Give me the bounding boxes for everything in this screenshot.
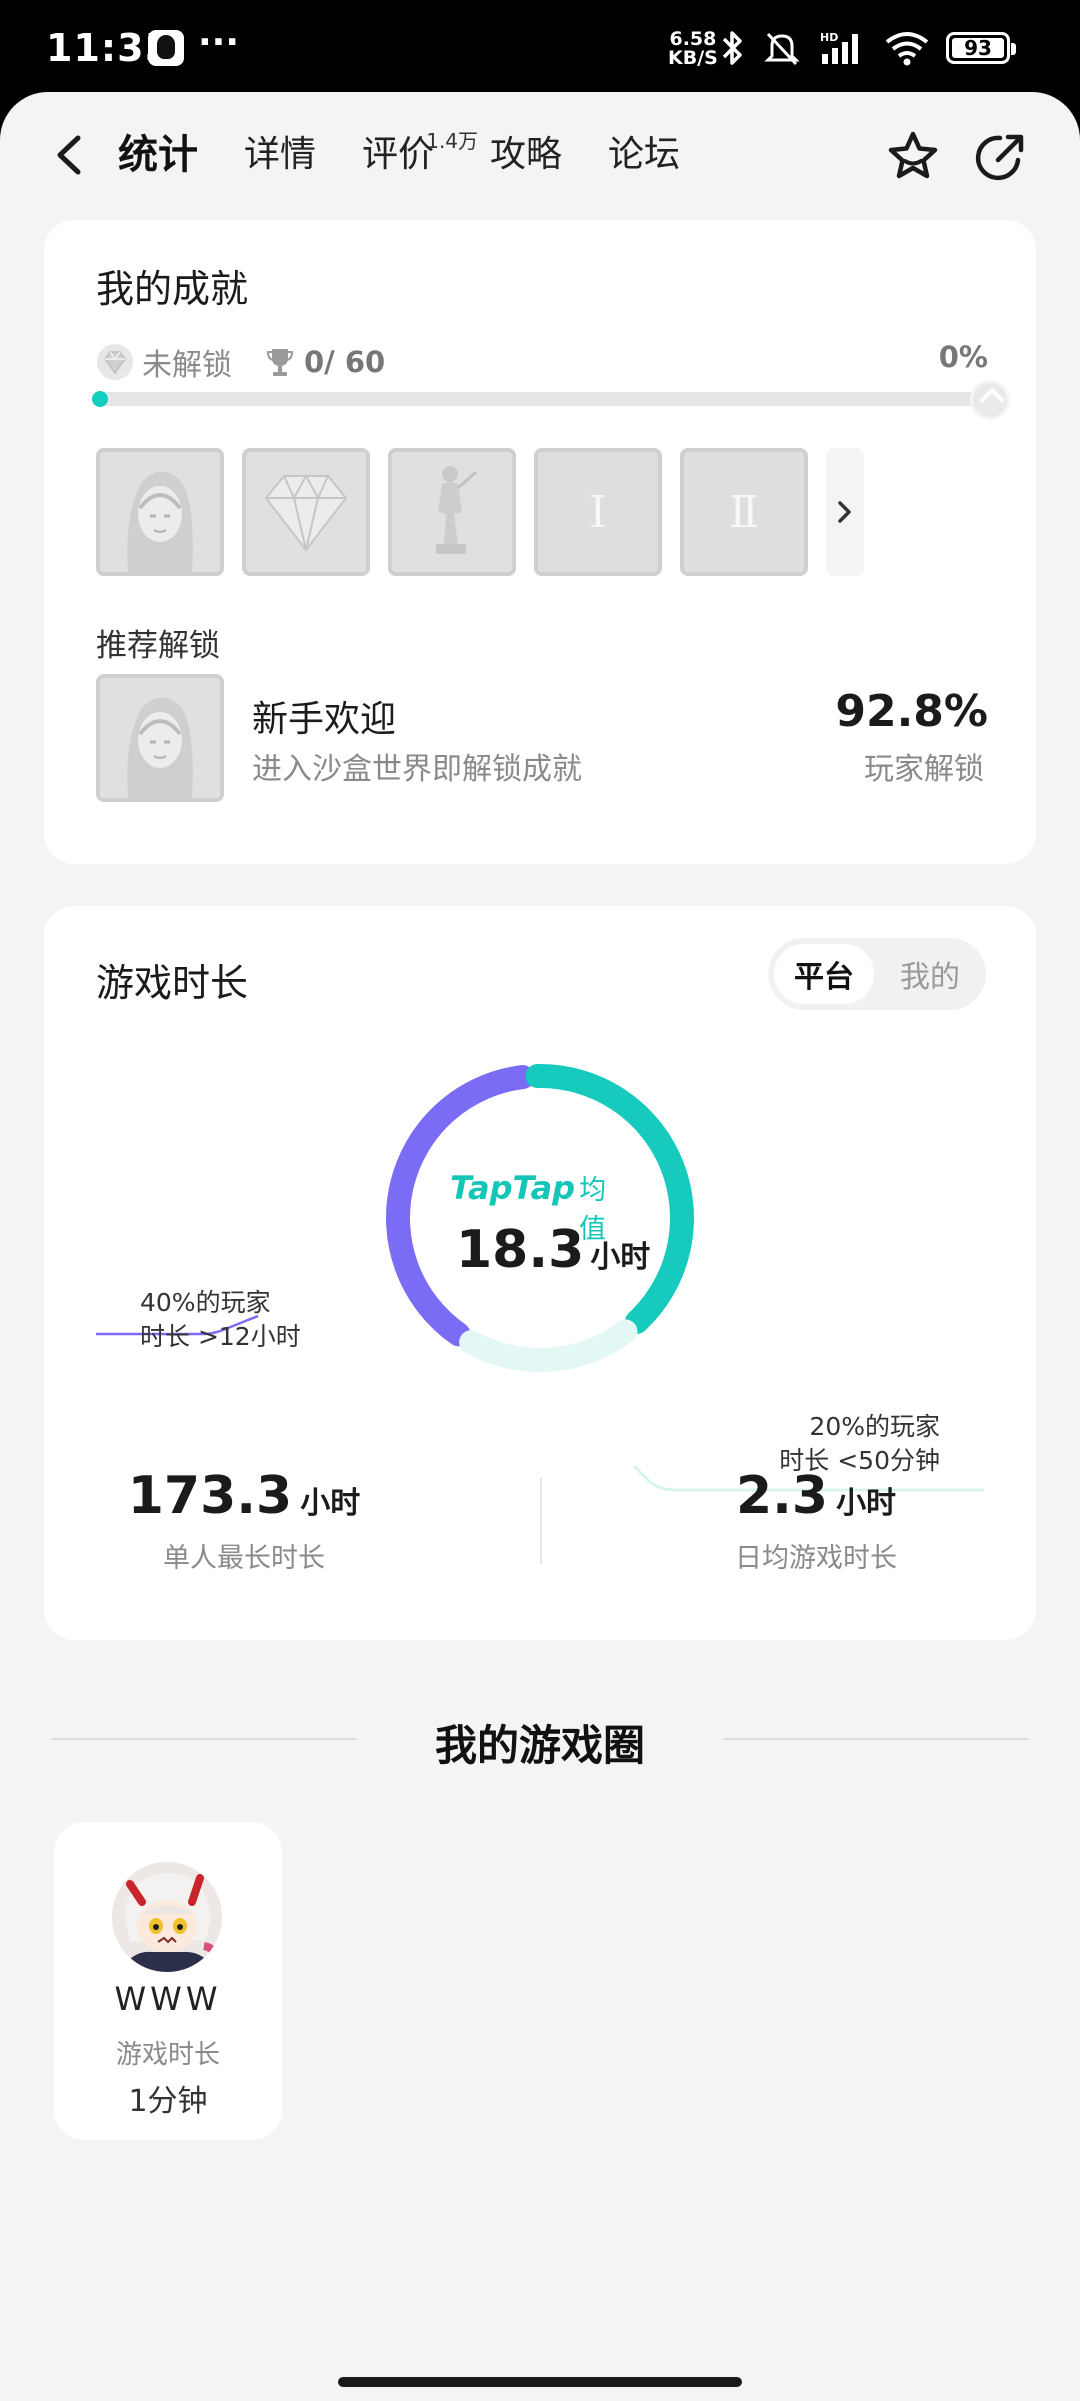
recommend-unlock-label: 推荐解锁 — [96, 628, 220, 664]
average-play-time: 18.3 小时 — [456, 1220, 650, 1280]
chevron-right-icon — [838, 501, 851, 523]
achievement-status: 未解锁 0/ 60 — [96, 340, 385, 384]
donut-segment-under-50min — [459, 1319, 638, 1372]
recommended-achievement-icon — [96, 674, 224, 802]
status-icons: HD 93 — [720, 28, 1016, 68]
achievement-progress-end-icon — [970, 380, 1010, 420]
star-icon[interactable] — [884, 128, 942, 186]
top-nav: 统计 详情 评价 1.4万 攻略 论坛 — [0, 92, 1080, 220]
portrait-badge-icon — [100, 452, 220, 572]
mute-bell-icon — [764, 32, 800, 66]
achievement-badge[interactable]: Ⅰ — [534, 448, 662, 576]
daily-play-time-stat: 2.3 小时 日均游戏时长 — [616, 1466, 1016, 1575]
max-play-time-stat: 173.3 小时 单人最长时长 — [44, 1466, 444, 1575]
achievement-status-label: 未解锁 — [142, 348, 232, 383]
right-callout-line1: 20%的玩家 — [809, 1412, 940, 1441]
network-speed-unit: KB/S — [668, 47, 718, 69]
tab-forum[interactable]: 论坛 — [608, 130, 680, 180]
daily-play-time-value: 2.3 — [735, 1466, 829, 1526]
recommended-achievement[interactable]: 新手欢迎 进入沙盒世界即解锁成就 92.8% 玩家解锁 — [96, 674, 988, 804]
review-count-badge: 1.4万 — [426, 129, 479, 153]
achievement-progress-bar — [92, 380, 1010, 420]
home-indicator[interactable] — [338, 2377, 742, 2387]
network-speed: 6.58 KB/S — [668, 30, 718, 68]
app-sheet: 统计 详情 评价 1.4万 攻略 论坛 我的成就 未解锁 0/ 60 0% Ⅰ … — [0, 92, 1080, 2401]
max-play-time-unit: 小时 — [300, 1486, 361, 1521]
max-play-time-value: 173.3 — [127, 1466, 293, 1526]
battery-level: 93 — [964, 36, 992, 60]
achievements-card: 我的成就 未解锁 0/ 60 0% Ⅰ Ⅱ 推荐解锁 新手欢迎 进入沙盒世界即解… — [44, 220, 1036, 864]
tab-guides-label: 攻略 — [490, 134, 563, 175]
member-name: WWW — [114, 1980, 222, 2018]
achievement-percent: 0% — [938, 340, 988, 374]
svg-text:HD: HD — [820, 31, 838, 44]
tab-forum-label: 论坛 — [608, 134, 681, 175]
tab-stats[interactable]: 统计 — [116, 130, 200, 180]
achievement-badge[interactable]: Ⅱ — [680, 448, 808, 576]
numeral-badge-label: Ⅰ — [589, 486, 607, 538]
average-play-time-unit: 小时 — [590, 1240, 651, 1275]
max-play-time-label: 单人最长时长 — [163, 1543, 325, 1574]
game-circle-title: 我的游戏圈 — [434, 1721, 645, 1770]
qq-notification-icon — [148, 30, 184, 66]
achievement-badges: Ⅰ Ⅱ — [96, 448, 864, 576]
left-callout-line2: 时长 >12小时 — [140, 1322, 301, 1351]
badges-more-button[interactable] — [826, 448, 864, 576]
member-play-time-label: 游戏时长 — [115, 2040, 220, 2070]
daily-play-time-label: 日均游戏时长 — [735, 1543, 897, 1574]
trophy-icon — [266, 349, 294, 376]
tab-reviews[interactable]: 评价 1.4万 — [362, 129, 478, 180]
locked-gem-icon — [97, 344, 133, 380]
more-notifications-icon: ··· — [198, 22, 240, 63]
taptap-logo: TapTap — [450, 1169, 576, 1207]
numeral-badge-label: Ⅱ — [729, 486, 759, 538]
battery-icon: 93 — [946, 32, 1016, 64]
bluetooth-icon — [722, 31, 742, 65]
left-callout-line1: 40%的玩家 — [140, 1288, 271, 1317]
left-callout: 40%的玩家 时长 >12小时 — [140, 1286, 301, 1354]
stat-divider — [540, 1478, 542, 1564]
recommended-achievement-percent: 92.8% — [835, 686, 988, 737]
achievement-badge[interactable] — [388, 448, 516, 576]
gem-badge-icon — [246, 452, 366, 572]
member-play-time-value: 1分钟 — [128, 2084, 208, 2119]
daily-play-time-unit: 小时 — [836, 1486, 897, 1521]
tab-details-label: 详情 — [244, 134, 317, 175]
average-play-time-value: 18.3 — [456, 1220, 585, 1280]
wifi-icon — [885, 32, 929, 66]
achievements-title: 我的成就 — [96, 267, 249, 311]
achievement-badge[interactable] — [242, 448, 370, 576]
tab-bar: 统计 详情 评价 1.4万 攻略 论坛 — [116, 129, 726, 180]
recommended-achievement-percent-label: 玩家解锁 — [864, 752, 984, 787]
achievement-progress-start — [92, 391, 108, 407]
game-circle-header: 我的游戏圈 — [0, 1704, 1080, 1774]
game-circle-member-card[interactable]: WWW 游戏时长 1分钟 — [54, 1822, 282, 2140]
portrait-badge-icon — [100, 678, 220, 798]
tab-stats-label: 统计 — [118, 132, 198, 178]
avatar — [112, 1862, 222, 1972]
divider-right — [724, 1738, 1028, 1740]
back-arrow-icon[interactable] — [48, 130, 90, 180]
anime-avatar-icon — [112, 1862, 222, 1972]
tab-details[interactable]: 详情 — [244, 130, 316, 180]
cellular-signal-icon: HD — [820, 31, 858, 64]
achievement-badge[interactable] — [96, 448, 224, 576]
status-bar: 11:35 ··· 6.58 KB/S HD 93 — [0, 0, 1080, 96]
play-time-card: 游戏时长 平台 我的 TapTap 均值 18.3 小时 40%的玩家 时长 >… — [44, 906, 1036, 1640]
statue-badge-icon — [392, 452, 512, 572]
achievement-count: 0/ 60 — [304, 345, 386, 379]
tab-reviews-label: 评价 — [362, 134, 435, 175]
recommended-achievement-desc: 进入沙盒世界即解锁成就 — [252, 752, 582, 787]
tab-guides[interactable]: 攻略 — [490, 130, 562, 180]
recommended-achievement-name: 新手欢迎 — [252, 699, 397, 740]
share-icon[interactable] — [972, 128, 1030, 186]
